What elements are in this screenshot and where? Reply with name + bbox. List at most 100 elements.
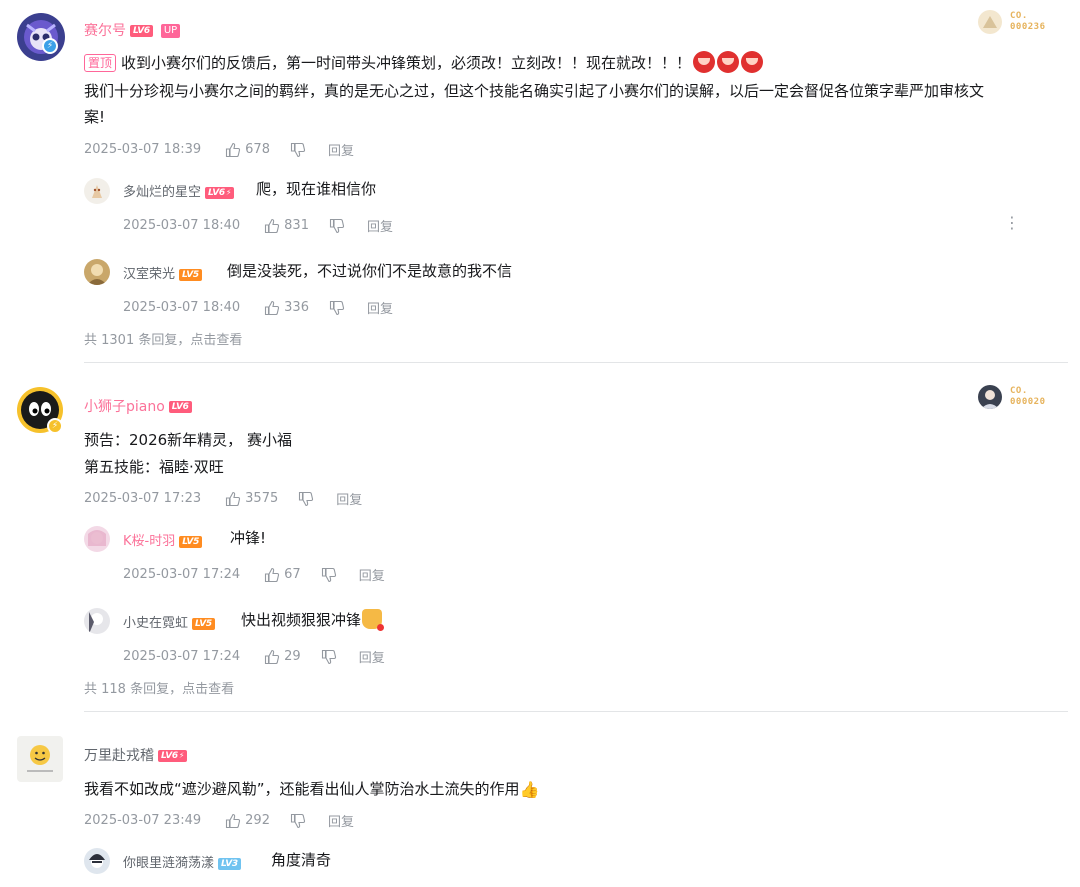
thumbs-up-icon [226, 813, 241, 828]
thumbs-down-icon [290, 813, 306, 828]
comment-meta: 2025-03-07 17:23 3575 回复 [84, 489, 362, 508]
emote-icon [741, 51, 764, 73]
like-button[interactable]: 292 [225, 813, 270, 829]
comment-content: 置顶 收到小赛尔们的反馈后，第一时间带头冲锋策划，必须改！立刻改！！现在就改！！！ [84, 50, 984, 76]
timestamp: 2025-03-07 23:49 [84, 813, 202, 828]
comment-meta: 2025-03-07 18:39 678 回复 [84, 140, 354, 159]
reply-button[interactable]: 回复 [328, 811, 354, 830]
fan-badge-number: 000020 [1010, 397, 1046, 407]
level-badge: LV5 [179, 268, 202, 281]
reply-username-text[interactable]: 小史在霓虹 [123, 616, 188, 631]
dislike-button[interactable] [329, 218, 345, 234]
like-count: 29 [284, 649, 301, 664]
reply-username-text[interactable]: 多灿烂的星空 [123, 185, 201, 200]
timestamp: 2025-03-07 17:24 [123, 649, 241, 664]
comment-content: 我看不如改成“遮沙避风勒”，还能看出仙人掌防治水土流失的作用👍 [84, 776, 539, 803]
dislike-button[interactable] [290, 142, 306, 158]
like-button[interactable]: 678 [225, 142, 270, 158]
like-button[interactable]: 831 [264, 218, 309, 234]
reply-username-text[interactable]: 汉室荣光 [123, 267, 175, 282]
comment-meta: 2025-03-07 23:49 292 回复 [84, 811, 354, 830]
level-badge: LV5 [192, 617, 215, 630]
reply-username[interactable]: 多灿烂的星空 LV6⚡ [123, 181, 235, 200]
level-badge: LV6⚡ [158, 750, 188, 762]
dislike-button[interactable] [321, 649, 337, 665]
reply-content: 角度清奇 [271, 851, 332, 869]
dislike-button[interactable] [290, 813, 306, 829]
reply-content: 倒是没装死，不过说你们不是故意的我不信 [227, 262, 513, 280]
emote-icon [717, 51, 740, 73]
reply-username[interactable]: 小史在霓虹 LV5 [123, 612, 215, 631]
reply-button[interactable]: 回复 [367, 216, 393, 235]
avatar[interactable] [84, 608, 110, 634]
reply-button[interactable]: 回复 [336, 489, 362, 508]
thumbs-down-icon [290, 142, 306, 157]
thumbs-up-emote-icon: 👍 [519, 780, 540, 799]
level-badge: LV6⚡ [205, 186, 235, 199]
reply-content: 冲锋! [230, 529, 267, 547]
reply-meta: 2025-03-07 17:24 67 回复 [123, 565, 385, 584]
reply-content: 快出视频狠狠冲锋 [241, 607, 385, 633]
reply-button[interactable]: 回复 [359, 647, 385, 666]
reply-button[interactable]: 回复 [328, 140, 354, 159]
fan-badge-label: CO. [1010, 11, 1028, 21]
like-count: 678 [245, 142, 270, 157]
avatar[interactable] [17, 736, 63, 782]
avatar[interactable] [84, 526, 110, 552]
thumbs-up-icon [226, 491, 241, 506]
comment-text-line1: 预告：2026新年精灵， 赛小福 [84, 431, 292, 449]
up-badge: UP [160, 24, 181, 38]
thread-divider [84, 711, 1068, 712]
more-options-icon[interactable]: ⋮ [1004, 215, 1020, 231]
reply-meta: 2025-03-07 18:40 336 回复 [123, 298, 393, 317]
avatar[interactable] [17, 13, 65, 61]
dislike-button[interactable] [321, 567, 337, 583]
fan-badge-label: CO. [1010, 386, 1028, 396]
like-button[interactable]: 3575 [225, 491, 278, 507]
like-button[interactable]: 29 [264, 649, 301, 665]
fan-badge-icon [978, 10, 1002, 34]
avatar[interactable] [84, 259, 110, 285]
reply-username[interactable]: 你眼里涟漪荡漾 LV3 [123, 852, 241, 871]
reply-button[interactable]: 回复 [367, 298, 393, 317]
view-more-replies-link[interactable]: 共 1301 条回复，点击查看 [84, 329, 242, 348]
comment-text-line1: 收到小赛尔们的反馈后，第一时间带头冲锋策划，必须改！立刻改！！现在就改！！！ [121, 54, 692, 72]
view-more-replies-link[interactable]: 共 118 条回复，点击查看 [84, 678, 234, 697]
avatar[interactable] [84, 848, 110, 874]
reply-button[interactable]: 回复 [359, 565, 385, 584]
thumbs-down-icon [321, 649, 336, 664]
dislike-button[interactable] [298, 491, 314, 507]
like-count: 831 [284, 218, 309, 233]
fan-badge-number: 000236 [1010, 22, 1046, 32]
like-count: 292 [245, 813, 270, 828]
username-text[interactable]: 赛尔号 [84, 23, 126, 39]
avatar[interactable] [84, 178, 110, 204]
like-button[interactable]: 336 [264, 300, 309, 316]
pinned-badge: 置顶 [84, 54, 117, 72]
comment-text-line2: 第五技能：福睦·双旺 [84, 458, 224, 476]
level-badge-text: LV6 [161, 751, 178, 761]
reply-username-text[interactable]: K桜-时羽 [123, 534, 175, 549]
thumbs-down-icon [299, 491, 314, 506]
timestamp: 2025-03-07 17:24 [123, 567, 241, 582]
username[interactable]: 赛尔号 LV6 UP [84, 20, 181, 40]
reply-username-text[interactable]: 你眼里涟漪荡漾 [123, 856, 214, 871]
dislike-button[interactable] [329, 300, 345, 316]
username-text[interactable]: 小狮子piano [84, 399, 165, 415]
username[interactable]: 万里赴戎稽 LV6⚡ [84, 745, 188, 765]
reply-username[interactable]: 汉室荣光 LV5 [123, 263, 202, 282]
thumbs-up-icon [265, 649, 280, 664]
like-count: 3575 [245, 491, 279, 506]
comment-text-line1: 我看不如改成“遮沙避风勒”，还能看出仙人掌防治水土流失的作用 [84, 780, 520, 798]
level-badge: LV6 [168, 401, 192, 413]
fan-badge-icon [978, 385, 1002, 409]
thumbs-down-icon [329, 300, 345, 315]
verified-icon: ⚡ [47, 418, 63, 434]
username-text[interactable]: 万里赴戎稽 [84, 748, 154, 764]
thumbs-down-icon [321, 567, 336, 582]
reply-username[interactable]: K桜-时羽 LV5 [123, 530, 203, 549]
fan-badge: CO. 000020 [978, 385, 1046, 409]
like-button[interactable]: 67 [264, 567, 301, 583]
thumbs-down-icon [329, 218, 345, 233]
username[interactable]: 小狮子piano LV6 [84, 396, 192, 416]
